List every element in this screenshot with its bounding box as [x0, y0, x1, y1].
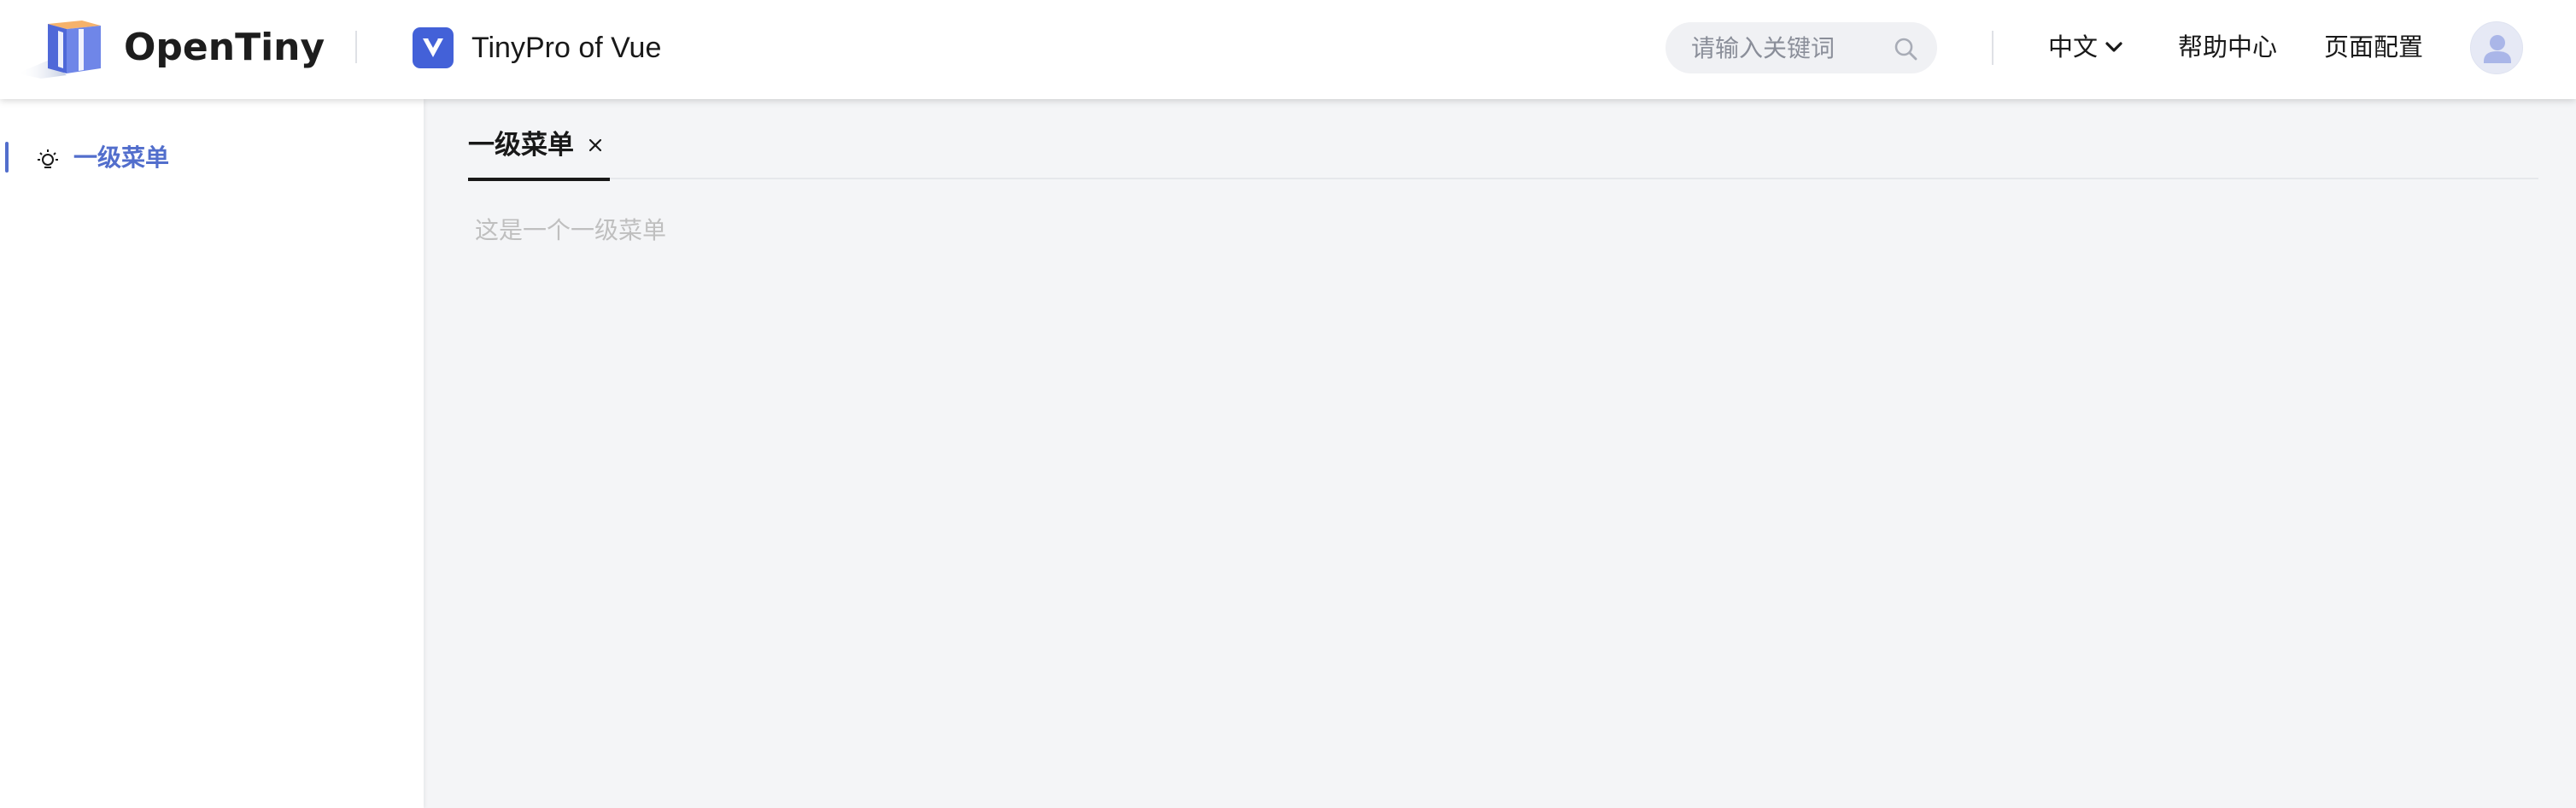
chevron-down-icon [2105, 42, 2122, 52]
language-label: 中文 [2048, 32, 2099, 61]
tabs-bar: 一级菜单 [468, 111, 2538, 181]
page-content-text: 这是一个一级菜单 [475, 216, 667, 244]
search-icon[interactable] [1893, 36, 1918, 61]
language-selector[interactable]: 中文 [2048, 29, 2123, 65]
close-icon[interactable] [586, 136, 605, 155]
search-input[interactable] [1689, 22, 1894, 73]
sidebar: 一级菜单 [0, 99, 424, 808]
tab-level-one-menu[interactable]: 一级菜单 [468, 111, 610, 181]
search-box [1666, 22, 1937, 73]
active-indicator [5, 142, 9, 173]
header-divider [355, 31, 357, 63]
sidebar-item-level-one-menu[interactable]: 一级菜单 [0, 138, 424, 178]
top-header: OpenTiny TinyPro of Vue 中文 帮助中心 页面配置 [0, 0, 2576, 99]
product-name: TinyPro of Vue [471, 32, 662, 64]
vue-badge-icon [413, 27, 454, 68]
tab-active-underline [468, 178, 610, 181]
brand-name[interactable]: OpenTiny [124, 24, 325, 72]
help-center-link[interactable]: 帮助中心 [2178, 29, 2277, 65]
user-avatar-icon[interactable] [2470, 21, 2523, 74]
opentiny-logo-icon[interactable] [15, 14, 109, 79]
lightbulb-icon [38, 149, 58, 168]
sidebar-item-label: 一级菜单 [73, 143, 170, 172]
tab-label: 一级菜单 [468, 130, 574, 161]
page-config-link[interactable]: 页面配置 [2324, 29, 2423, 65]
nav-divider [1992, 31, 1993, 65]
